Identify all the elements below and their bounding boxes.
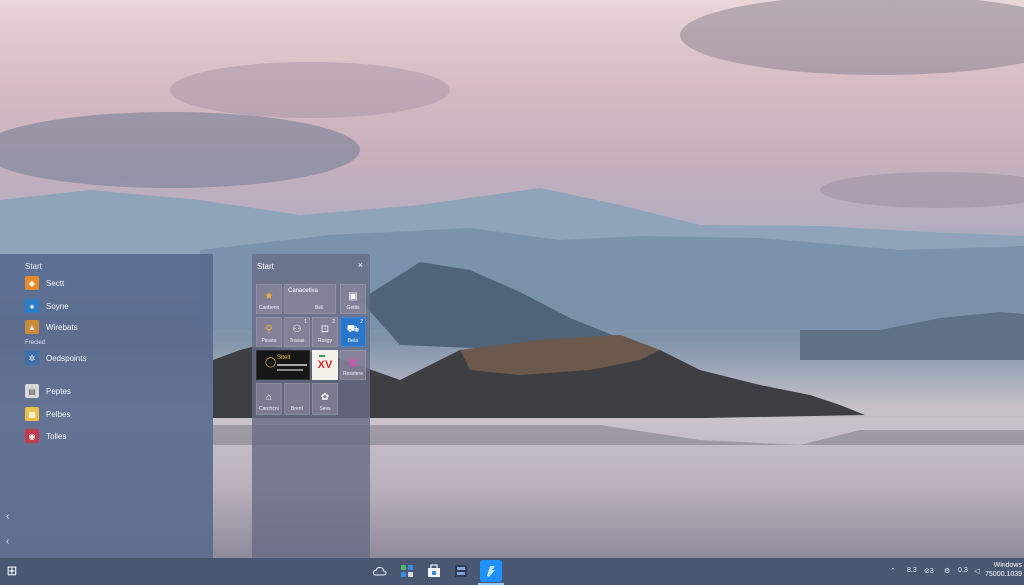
app-item-wirebats[interactable]: ▲ Wirebats: [25, 320, 78, 334]
app-label: Sectt: [46, 278, 65, 288]
tile-label: Carchcns: [259, 406, 279, 412]
tile-brent[interactable]: Brent: [284, 383, 310, 415]
tile-travas[interactable]: ⚇ 1 Travas: [284, 317, 310, 347]
app-item-pelbes[interactable]: ▦ Pelbes: [25, 407, 70, 421]
tile-label: Ressterells: [343, 371, 363, 377]
tile-ressterells[interactable]: ▦ Ressterells: [340, 350, 366, 380]
volume-indicator[interactable]: 0.3: [958, 567, 968, 574]
tile-label: Brent: [291, 406, 303, 412]
star-icon: ★: [264, 291, 274, 302]
tile-badge: 2: [332, 319, 335, 325]
landscape-icon: ▲: [25, 320, 39, 334]
tile-badge: 2: [360, 319, 363, 325]
tile-carchcns[interactable]: ⌂ Carchcns: [256, 383, 282, 415]
grid-icon: ▦: [348, 357, 358, 368]
person-icon: ●: [25, 299, 39, 313]
gear-icon[interactable]: ⚙: [944, 567, 950, 575]
app-icon-orange: ◆: [25, 276, 39, 290]
app-label: Pelbes: [46, 409, 71, 419]
edge-icon[interactable]: [480, 560, 502, 582]
tile-sublabel: Bell: [315, 305, 324, 311]
tile-label: Rosgy: [317, 338, 333, 344]
windows-start-icon[interactable]: ⊞: [4, 563, 20, 579]
chevron-left-icon[interactable]: ‹: [6, 511, 9, 522]
cloud-icon: [373, 566, 387, 576]
speaker-icon[interactable]: ◁: [974, 567, 979, 575]
tile-badge: 1: [304, 319, 307, 325]
cloud-icon[interactable]: [372, 563, 388, 579]
app-item-soyne[interactable]: ● Soyne: [25, 299, 69, 313]
app-label: Soyne: [46, 301, 69, 311]
clock[interactable]: Windows 75000.1039: [985, 561, 1022, 579]
store-icon: [428, 564, 440, 577]
tile-label: Pinses: [261, 338, 277, 344]
app-item-oedspoints[interactable]: ✲ Oedspoints: [25, 351, 86, 365]
app-label: Wirebats: [46, 322, 78, 332]
apps-icon[interactable]: [399, 563, 415, 579]
store-icon[interactable]: [426, 563, 442, 579]
close-icon[interactable]: ×: [358, 260, 363, 270]
circle-icon: ◯: [265, 357, 277, 368]
app-label: Peptes: [46, 386, 71, 396]
chevron-left-icon[interactable]: ‹: [6, 536, 9, 547]
app-item-tolles[interactable]: ◉ Tolles: [25, 429, 66, 443]
network-icon[interactable]: ⊘3: [924, 567, 934, 575]
text-line: [277, 364, 307, 366]
tile-label: Sitelt: [277, 355, 291, 361]
start-app-list: Start ◆ Sectt ● Soyne ▲ Wirebats Frecied…: [0, 254, 213, 558]
gallery-icon: ▣: [348, 291, 358, 302]
truck-icon: ⛟: [346, 324, 360, 335]
tile-pinses[interactable]: ⚲ Pinses: [256, 317, 282, 347]
color-bar: [319, 355, 325, 357]
clock-line-2: 75000.1039: [985, 571, 1022, 578]
app-label: Tolles: [46, 431, 67, 441]
tile-label: Travas: [289, 338, 305, 344]
tile-label: Canbenis: [259, 305, 279, 311]
home-icon: ⌂: [265, 392, 273, 403]
tile-label: Beta: [347, 338, 359, 344]
tiles-header: Start: [257, 262, 274, 271]
tile-label: Sess: [319, 406, 331, 412]
tile-canacetiva[interactable]: Canacetiva Bell: [284, 284, 336, 314]
window-icon: ⊡: [320, 324, 330, 335]
app-label: Oedspoints: [46, 353, 87, 363]
tile-label: Canacetiva: [288, 288, 319, 294]
person-icon: ⚲: [265, 324, 273, 335]
tile-sitelt[interactable]: ◯ Sitelt: [256, 350, 310, 380]
tile-sess[interactable]: ✿ Sess: [312, 383, 338, 415]
media-icon: ◉: [25, 429, 39, 443]
app-item-sectt[interactable]: ◆ Sectt: [25, 276, 64, 290]
taskbar: ⊞ ⌃ 8.3 ⊘3 ⚙ 0.3 ◁ Windows 75000.1039: [0, 558, 1024, 585]
tile-xv[interactable]: XV: [312, 350, 338, 380]
text-line: [277, 369, 303, 371]
travel-icon: ⚇: [292, 324, 302, 335]
xv-logo-icon: XV: [317, 359, 333, 371]
tray-up-icon[interactable]: ⌃: [890, 567, 896, 575]
apps-icon: [401, 565, 413, 577]
start-tiles-panel: Start × ★ Canbenis Canacetiva Bell ▣ Get…: [252, 254, 370, 558]
tile-label: Gettis: [346, 305, 360, 311]
files-icon[interactable]: [453, 563, 469, 579]
calendar-icon: ▦: [25, 407, 39, 421]
tile-beta[interactable]: ⛟ 2 Beta: [340, 317, 366, 347]
flower-icon: ✿: [320, 392, 330, 403]
start-list-header: Start: [25, 262, 42, 271]
settings-icon: ✲: [25, 351, 39, 365]
files-icon: [455, 565, 467, 577]
tile-canbenis[interactable]: ★ Canbenis: [256, 284, 282, 314]
tray-item[interactable]: 8.3: [907, 567, 917, 574]
group-label: Frecied: [25, 340, 46, 346]
app-item-peptes[interactable]: ▤ Peptes: [25, 384, 71, 398]
clock-line-1: Windows: [993, 562, 1022, 569]
tile-gettis[interactable]: ▣ Gettis: [340, 284, 366, 314]
tile-rosgy[interactable]: ⊡ 2 Rosgy: [312, 317, 338, 347]
document-icon: ▤: [25, 384, 39, 398]
edge-icon: [487, 566, 495, 577]
